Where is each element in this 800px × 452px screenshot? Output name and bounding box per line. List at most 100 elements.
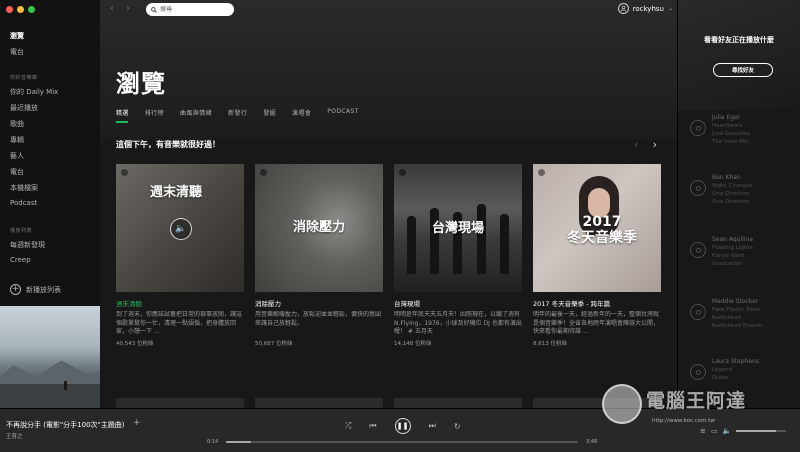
cover-text-line: 2017 — [582, 214, 622, 230]
sidebar-item-local-files[interactable]: 本機檔案 — [10, 183, 38, 193]
playlist-description: 到了週末，你應該試著把日常的瑣事放開，讓這個歌單幫你一忙，清理一點煩惱，把身體放… — [116, 311, 243, 336]
back-arrow-icon[interactable]: ‹ — [110, 3, 114, 14]
playlist-followers: 40,543 位粉絲 — [116, 341, 154, 347]
playlist-cover[interactable]: 週末清聽 🔈 — [116, 164, 244, 292]
tab-genres-moods[interactable]: 曲風與情緒 — [180, 108, 212, 121]
tab-charts[interactable]: 排行榜 — [145, 108, 164, 121]
friend-name: Sean Aquilina — [712, 236, 753, 243]
progress-bar[interactable] — [226, 441, 578, 443]
cover-text: 台灣現場 — [431, 221, 484, 236]
sidebar-item-discover-weekly[interactable]: 每週新發現 — [10, 240, 45, 250]
playlist-card[interactable]: 消除壓力 消除壓力 用音樂解緩壓力，放鬆迎並並輕鬆，慵快的氛圍來讓自己放輕鬆。 … — [255, 164, 383, 347]
cover-text: 消除壓力 — [292, 219, 345, 235]
friend-item[interactable]: Julia Eger Heartbeats José González The … — [690, 114, 750, 145]
tab-featured[interactable]: 精選 — [116, 108, 129, 123]
sidebar-item-browse[interactable]: 瀏覽 — [10, 31, 24, 41]
window-controls — [6, 6, 35, 13]
playlist-followers: 50,687 位粉絲 — [255, 341, 293, 347]
section-title: 這個下午，有音樂就很好過！ — [116, 140, 220, 149]
tab-discover[interactable]: 發掘 — [263, 108, 276, 121]
playlist-card[interactable]: 週末清聽 🔈 週末清聽 到了週末，你應該試著把日常的瑣事放開，讓這個歌單幫你一忙… — [116, 164, 244, 347]
friend-context: Graduation — [712, 261, 743, 267]
sidebar-item-creep[interactable]: Creep — [10, 256, 31, 264]
playlist-cover[interactable]: 2017 冬天音樂季 — [533, 164, 661, 292]
carousel-prev-icon[interactable]: ‹ — [634, 138, 638, 151]
track-title[interactable]: 不再說分手 (電影"分手100次"主題曲) — [6, 420, 125, 430]
next-track-icon[interactable]: ⏭ — [429, 421, 436, 431]
find-friends-button[interactable]: 尋找好友 — [713, 63, 773, 77]
playlist-cover[interactable]: 消除壓力 — [255, 164, 383, 292]
friend-context: The Indie Mix — [712, 139, 749, 145]
tab-podcast[interactable]: PODCAST — [327, 108, 359, 121]
friend-activity-title: 看看好友正在播放什麼 — [704, 36, 774, 44]
user-icon — [690, 304, 706, 320]
playlist-title[interactable]: 台灣現場 — [394, 298, 522, 308]
time-total: 3:48 — [586, 439, 598, 445]
friend-name: Julia Eger — [712, 114, 741, 121]
playlist-card[interactable]: 2017 冬天音樂季 2017 冬天音樂季 - 跨年篇 明年的最後一天，經過新年的… — [533, 164, 661, 347]
spotify-logo-icon — [538, 169, 545, 176]
cover-text-line: 冬天音樂季 — [567, 230, 637, 247]
friend-track: Night Changes — [712, 183, 753, 189]
spotify-window: 瀏覽 電台 你的音樂庫 你的 Daily Mix 最近播放 歌曲 專輯 藝人 電… — [0, 0, 800, 452]
user-avatar-icon — [617, 3, 629, 14]
playlist-cover[interactable]: 台灣現場 — [394, 164, 522, 292]
main-content: ‹ › rockyhsu ⌄ 瀏覽 精選 排行榜 曲風與情緒 新發行 發掘 演唱… — [100, 0, 677, 408]
progress-fill — [226, 441, 251, 443]
sidebar-item-songs[interactable]: 歌曲 — [10, 119, 24, 129]
time-elapsed: 0:14 — [207, 439, 219, 445]
speaker-icon[interactable]: 🔈 — [170, 218, 192, 240]
sidebar-item-albums[interactable]: 專輯 — [10, 135, 24, 145]
friend-track: Legend — [712, 367, 733, 373]
sidebar-item-stations[interactable]: 電台 — [10, 167, 24, 177]
shuffle-icon[interactable]: ⤮ — [345, 421, 351, 431]
playlist-cards: 週末清聽 🔈 週末清聽 到了週末，你應該試著把日常的瑣事放開，讓這個歌單幫你一忙… — [116, 164, 661, 347]
user-icon — [690, 242, 706, 258]
sidebar-item-daily-mix[interactable]: 你的 Daily Mix — [10, 87, 58, 97]
now-playing-album-art[interactable] — [0, 306, 100, 408]
sidebar-item-artists[interactable]: 藝人 — [10, 151, 24, 161]
carousel-next-icon[interactable]: › — [653, 138, 657, 151]
cover-text: 2017 冬天音樂季 — [567, 214, 637, 246]
user-menu[interactable]: rockyhsu ⌄ — [617, 3, 673, 14]
minimize-window-button[interactable] — [17, 6, 24, 13]
playlist-title[interactable]: 週末清聽 — [116, 298, 244, 308]
add-icon[interactable]: + — [133, 418, 141, 428]
plus-icon: + — [10, 284, 21, 295]
previous-track-icon[interactable]: ⏮ — [369, 421, 376, 431]
library-section-title: 你的音樂庫 — [10, 75, 38, 81]
close-window-button[interactable] — [6, 6, 13, 13]
friend-context: One Direction — [712, 199, 750, 205]
friend-artist: José González — [712, 131, 751, 137]
sidebar-item-radio[interactable]: 電台 — [10, 47, 24, 57]
tab-new-releases[interactable]: 新發行 — [228, 108, 247, 121]
friend-item[interactable]: Maddie Stocker Fake Plastic Trees Radioh… — [690, 298, 768, 329]
friend-item[interactable]: Sean Aquilina Floating Lights Kanye West… — [690, 236, 753, 267]
watermark: 電腦王阿達 http://www.koc.com.tw — [600, 378, 800, 438]
friend-name: Maddie Stocker — [712, 298, 759, 305]
user-icon — [690, 180, 706, 196]
track-artist[interactable]: 王育之 — [6, 432, 23, 440]
playlist-title[interactable]: 2017 冬天音樂季 - 跨年篇 — [533, 298, 661, 308]
playlist-title[interactable]: 消除壓力 — [255, 298, 383, 308]
pause-button[interactable]: ❚❚ — [394, 418, 411, 434]
friend-artist: Kanye West — [712, 253, 745, 259]
friend-track: Heartbeats — [712, 123, 743, 129]
playlist-followers: 8,613 位粉絲 — [533, 341, 567, 347]
watermark-url: http://www.koc.com.tw — [652, 418, 715, 424]
new-playlist-button[interactable]: + 新播放列表 — [10, 284, 61, 295]
search-box[interactable] — [146, 3, 234, 16]
tab-concerts[interactable]: 演唱會 — [292, 108, 311, 121]
playlist-card[interactable]: 台灣現場 台灣現場 明明是年底天天五月天！因照現在，以聽了週有 N.Flying… — [394, 164, 522, 347]
friend-item[interactable]: Ben Khan Night Changes One Direction One… — [690, 174, 752, 205]
zoom-window-button[interactable] — [28, 6, 35, 13]
sidebar-item-podcast[interactable]: Podcast — [10, 199, 37, 207]
username: rockyhsu — [632, 4, 664, 13]
forward-arrow-icon[interactable]: › — [126, 3, 130, 14]
top-bar: ‹ › rockyhsu ⌄ — [100, 0, 677, 20]
repeat-icon[interactable]: ↻ — [454, 422, 461, 431]
next-row-preview — [116, 398, 661, 408]
search-input[interactable] — [160, 6, 230, 13]
sidebar-item-recently-played[interactable]: 最近播放 — [10, 103, 38, 113]
watermark-logo — [602, 384, 642, 424]
